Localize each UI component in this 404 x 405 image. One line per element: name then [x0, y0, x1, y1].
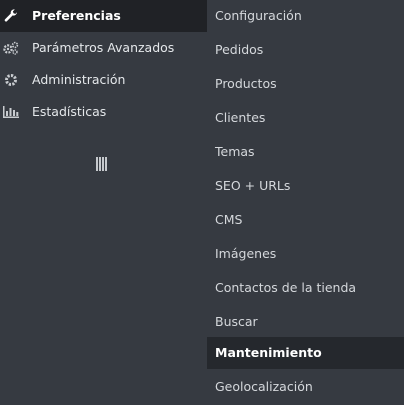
sidebar-item-label: Parámetros Avanzados [32, 40, 175, 55]
submenu-item-label: Temas [215, 144, 255, 159]
submenu-item-label: CMS [215, 212, 243, 227]
submenu-item-label: Geolocalización [215, 379, 313, 394]
submenu-item-clientes[interactable]: Clientes [207, 102, 404, 134]
submenu-item-label: Configuración [215, 8, 302, 23]
submenu-item-cms[interactable]: CMS [207, 204, 404, 236]
sidebar-item-parametros-avanzados[interactable]: Parámetros Avanzados [0, 32, 208, 64]
submenu-item-productos[interactable]: Productos [207, 68, 404, 100]
sidebar-item-label: Administración [32, 72, 126, 87]
submenu-item-label: Buscar [215, 314, 258, 329]
submenu-item-geolocalizacion[interactable]: Geolocalización [207, 371, 404, 403]
submenu-item-label: Imágenes [215, 246, 277, 261]
submenu-item-label: Mantenimiento [215, 345, 322, 360]
sidebar-item-administracion[interactable]: Administración [0, 64, 208, 96]
sidebar-item-label: Estadísticas [32, 104, 107, 119]
submenu-item-label: Clientes [215, 110, 266, 125]
submenu-item-contactos-de-la-tienda[interactable]: Contactos de la tienda [207, 272, 404, 304]
submenu-item-label: Contactos de la tienda [215, 280, 357, 295]
bar-chart-icon [3, 104, 19, 120]
sidebar-item-label: Preferencias [32, 8, 121, 23]
collapse-handle-icon[interactable] [96, 157, 108, 171]
submenu-item-pedidos[interactable]: Pedidos [207, 34, 404, 66]
submenu-item-label: Productos [215, 76, 277, 91]
wrench-icon [3, 8, 19, 24]
submenu-item-configuracion[interactable]: Configuración [207, 0, 404, 32]
sidebar-item-estadisticas[interactable]: Estadísticas [0, 96, 208, 128]
sidebar-item-preferencias[interactable]: Preferencias [0, 0, 208, 32]
cogs-icon [3, 40, 19, 56]
gear-icon [3, 72, 19, 88]
submenu-item-buscar[interactable]: Buscar [207, 306, 404, 338]
sidebar: Preferencias Parámetros Avanzados Admini… [0, 0, 208, 405]
submenu-item-label: Pedidos [215, 42, 264, 57]
submenu-item-imagenes[interactable]: Imágenes [207, 238, 404, 270]
submenu-item-temas[interactable]: Temas [207, 136, 404, 168]
submenu-item-label: SEO + URLs [215, 178, 291, 193]
submenu-item-seo-urls[interactable]: SEO + URLs [207, 170, 404, 202]
submenu-item-mantenimiento[interactable]: Mantenimiento [207, 337, 404, 369]
submenu-preferencias: Configuración Pedidos Productos Clientes… [207, 0, 404, 405]
